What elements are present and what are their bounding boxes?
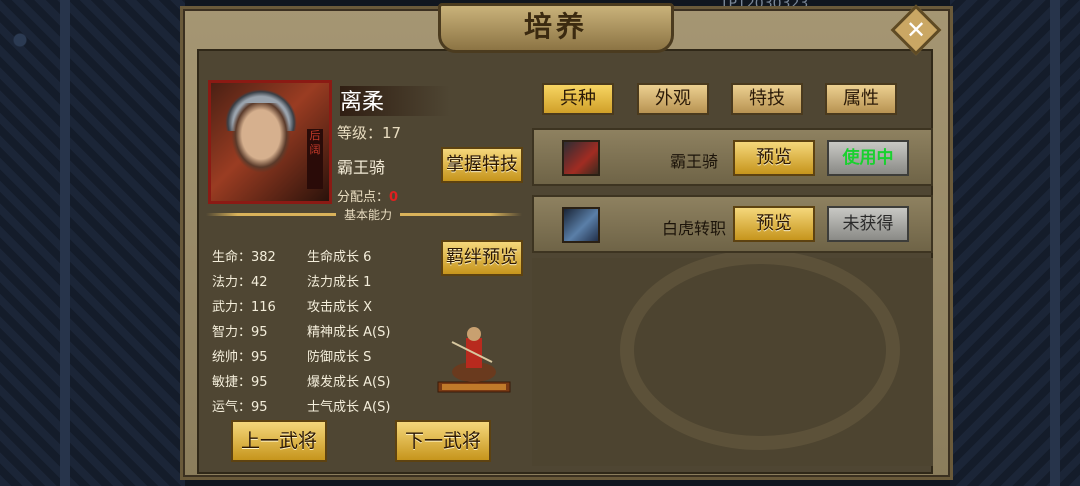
close-icon[interactable]: ✕ <box>898 12 934 48</box>
hero-name: 离柔 <box>340 90 385 115</box>
stat-hp: 生命：382 <box>212 250 276 265</box>
portrait-tag: 后阔 <box>307 129 323 189</box>
cavalry-unit-icon <box>562 140 600 176</box>
next-general-button[interactable]: 下一武将 <box>395 420 491 462</box>
allocation-points-label: 分配点： <box>337 190 390 205</box>
page-title: 培养 <box>523 10 588 43</box>
master-skill-button[interactable]: 掌握特技 <box>441 147 523 183</box>
growth-spirit: 精神成长 A(S) <box>307 325 391 340</box>
growth-mp: 法力成长 1 <box>307 275 372 290</box>
growth-morale: 士气成长 A(S) <box>307 400 391 415</box>
bond-preview-button[interactable]: 羁绊预览 <box>441 240 523 276</box>
growth-attack: 攻击成长 X <box>307 300 373 315</box>
growth-burst: 爆发成长 A(S) <box>307 375 391 390</box>
tab-appearance[interactable]: 外观 <box>637 83 709 115</box>
stat-force: 武力：116 <box>212 300 276 315</box>
stat-agility: 敏捷：95 <box>212 375 268 390</box>
prev-general-button[interactable]: 上一武将 <box>231 420 327 462</box>
allocation-points-value: 0 <box>389 190 399 205</box>
troop-preview-button[interactable]: 预览 <box>733 140 815 176</box>
title-plate: 培养 <box>438 3 674 53</box>
troop-status-in-use[interactable]: 使用中 <box>827 140 909 176</box>
hero-portrait: 后阔 <box>208 80 332 204</box>
background-right <box>950 0 1080 486</box>
allocation-points: 分配点：0 <box>337 186 398 205</box>
stat-intellect: 智力：95 <box>212 325 268 340</box>
background-left <box>0 0 185 486</box>
troop-status-not-obtained[interactable]: 未获得 <box>827 206 909 242</box>
troop-preview-button[interactable]: 预览 <box>733 206 815 242</box>
hero-unit-type: 霸王骑 <box>337 158 386 177</box>
white-tiger-unit-icon <box>562 207 600 243</box>
stat-command: 统帅：95 <box>212 350 268 365</box>
hero-level: 等级：17 <box>337 124 402 142</box>
tab-special-skill[interactable]: 特技 <box>731 83 803 115</box>
tab-attributes[interactable]: 属性 <box>825 83 897 115</box>
stat-mp: 法力：42 <box>212 275 268 290</box>
cavalry-sprite-icon <box>437 327 511 393</box>
section-label: 基本能力 <box>336 206 400 223</box>
growth-defense: 防御成长 S <box>307 350 372 365</box>
dragon-emblem-decoration <box>620 250 900 450</box>
growth-hp: 生命成长 6 <box>307 250 372 265</box>
face-art <box>231 103 291 173</box>
stat-luck: 运气：95 <box>212 400 268 415</box>
tab-troop-type[interactable]: 兵种 <box>542 83 614 115</box>
